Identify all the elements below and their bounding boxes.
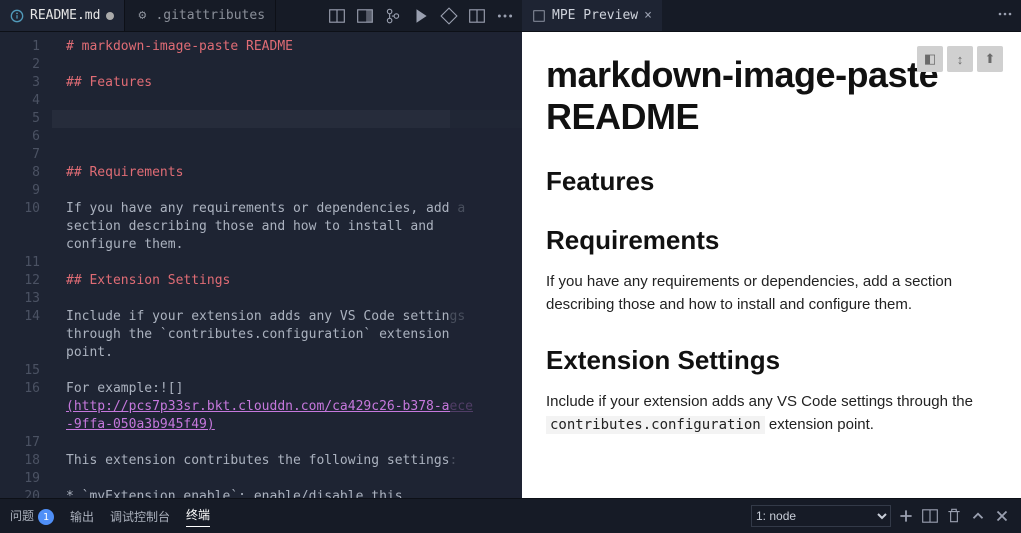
editor-body: 1234567891011121314151617181920 # markdo… [0,32,522,498]
run-icon[interactable] [412,7,430,25]
editor-tabbar: README.md ⚙ .gitattributes [0,0,522,32]
panel-tab-terminal[interactable]: 终端 [186,506,210,527]
code-area[interactable]: # markdown-image-paste README## Features… [52,32,522,498]
toggle-preview-icon[interactable] [328,7,346,25]
git-icon[interactable] [384,7,402,25]
new-terminal-icon[interactable] [897,507,915,525]
back-to-top-icon[interactable]: ⬆ [977,46,1003,72]
preview-tool-1-icon[interactable]: ◧ [917,46,943,72]
maximize-panel-icon[interactable] [969,507,987,525]
panel-tabbar: 问题1 输出 调试控制台 终端 1: node [0,498,1021,533]
panel-tab-output[interactable]: 输出 [70,508,94,525]
dirty-indicator-icon [106,12,114,20]
close-icon[interactable]: × [644,8,652,23]
preview-h2-extension-settings: Extension Settings [546,345,997,376]
split-editor-icon[interactable] [468,7,486,25]
line-gutter: 1234567891011121314151617181920 [0,32,52,498]
editor-pane: README.md ⚙ .gitattributes 1234567891011… [0,0,522,498]
terminal-select[interactable]: 1: node [751,505,891,527]
info-icon [10,9,24,23]
split-terminal-icon[interactable] [921,507,939,525]
preview-h2-requirements: Requirements [546,225,997,256]
open-preview-side-icon[interactable] [356,7,374,25]
more-icon[interactable] [496,7,514,25]
panel-tab-problems[interactable]: 问题1 [10,507,54,526]
preview-pane: MPE Preview × ◧ ↕ ⬆ markdown-image-paste… [522,0,1021,498]
preview-tabbar: MPE Preview × [522,0,1021,32]
preview-icon [532,9,546,23]
trash-icon[interactable] [945,507,963,525]
editor-actions [320,0,522,31]
panel-tab-debug[interactable]: 调试控制台 [110,508,170,525]
preview-tab-label: MPE Preview [552,8,638,23]
problems-badge: 1 [38,509,54,525]
preview-paragraph: If you have any requirements or dependen… [546,270,997,317]
diff-icon[interactable] [440,7,458,25]
preview-more-icon[interactable] [989,6,1021,26]
tab-label: README.md [30,8,100,23]
preview-paragraph: Include if your extension adds any VS Co… [546,390,997,437]
tab-mpe-preview[interactable]: MPE Preview × [522,0,662,31]
preview-h2-features: Features [546,166,997,197]
file-icon: ⚙ [135,9,149,23]
close-panel-icon[interactable] [993,507,1011,525]
markdown-preview[interactable]: ◧ ↕ ⬆ markdown-image-paste README Featur… [522,32,1021,498]
tab-gitattributes[interactable]: ⚙ .gitattributes [125,0,276,31]
tab-readme[interactable]: README.md [0,0,125,31]
tab-label: .gitattributes [155,8,265,23]
preview-tool-2-icon[interactable]: ↕ [947,46,973,72]
